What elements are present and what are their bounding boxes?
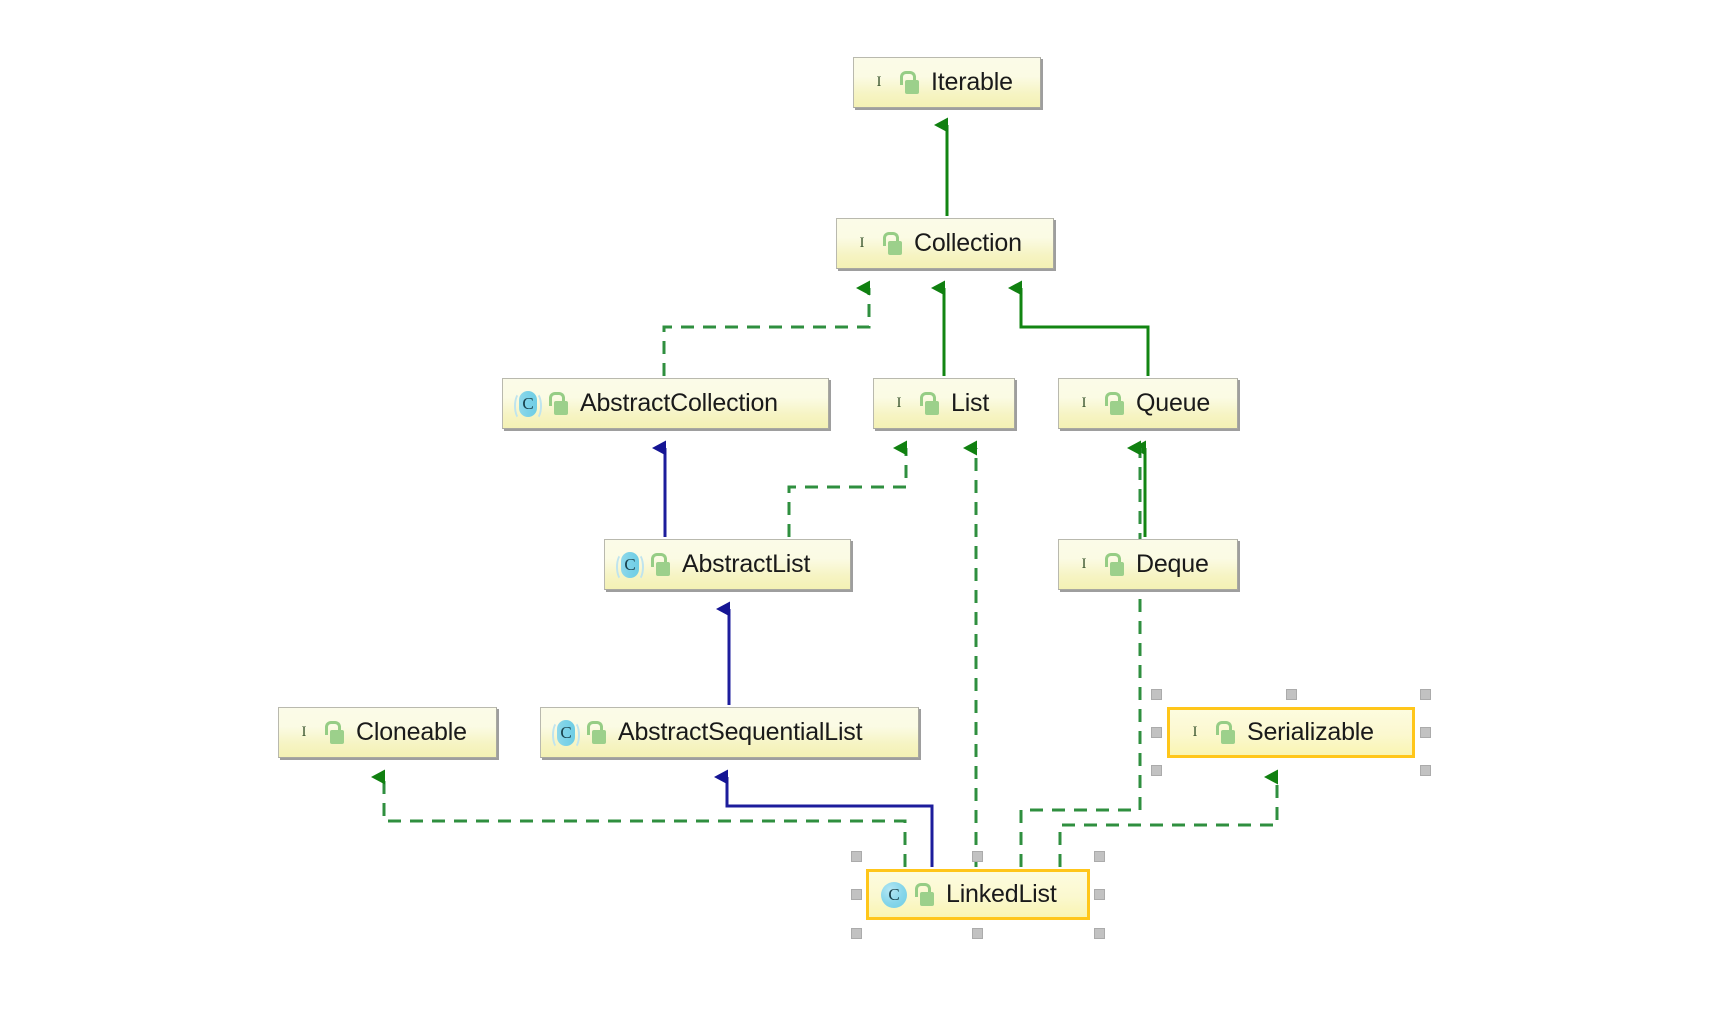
open-padlock-icon: [586, 720, 606, 745]
resize-handle-nw[interactable]: [1151, 689, 1162, 700]
node-deque[interactable]: Deque: [1058, 539, 1238, 590]
edge-abstractlist-to-list: [787, 440, 908, 537]
open-padlock-icon: [650, 552, 670, 577]
resize-handle-s[interactable]: [972, 928, 983, 939]
resize-handle-sw[interactable]: [1151, 765, 1162, 776]
resize-handle-ne[interactable]: [1094, 851, 1105, 862]
open-padlock-icon: [548, 391, 568, 416]
node-abstractcollection[interactable]: C AbstractCollection: [502, 378, 829, 429]
open-padlock-icon: [324, 720, 344, 745]
node-label: Serializable: [1247, 718, 1374, 746]
open-padlock-icon: [1104, 552, 1124, 577]
resize-handle-n[interactable]: [972, 851, 983, 862]
resize-handle-se[interactable]: [1420, 765, 1431, 776]
open-padlock-icon: [882, 231, 902, 256]
node-label: Collection: [914, 229, 1022, 257]
class-icon: C: [880, 881, 908, 909]
edge-layer: [371, 117, 1279, 867]
resize-handle-se[interactable]: [1094, 928, 1105, 939]
edge-abstractcollection-to-collection: [662, 280, 871, 376]
node-cloneable[interactable]: Cloneable: [278, 707, 497, 758]
node-label: Queue: [1136, 389, 1211, 417]
node-serializable[interactable]: Serializable: [1167, 707, 1415, 758]
node-list[interactable]: List: [873, 378, 1015, 429]
interface-icon: [1181, 719, 1209, 747]
uml-diagram-canvas[interactable]: Iterable Collection C AbstractCollection…: [0, 0, 1722, 1036]
open-padlock-icon: [899, 70, 919, 95]
interface-icon: [1070, 390, 1098, 418]
edge-linkedlist-to-serializable: [1058, 769, 1279, 867]
node-label: LinkedList: [946, 880, 1057, 908]
interface-icon: [848, 230, 876, 258]
interface-icon: [885, 390, 913, 418]
class-icon: C: [552, 719, 580, 749]
edge-queue-to-collection: [1008, 280, 1150, 376]
open-padlock-icon: [1104, 391, 1124, 416]
resize-handle-sw[interactable]: [851, 928, 862, 939]
resize-handle-nw[interactable]: [851, 851, 862, 862]
node-iterable[interactable]: Iterable: [853, 57, 1041, 108]
node-collection[interactable]: Collection: [836, 218, 1054, 269]
open-padlock-icon: [919, 391, 939, 416]
node-label: AbstractSequentialList: [618, 718, 863, 746]
node-label: AbstractCollection: [580, 389, 778, 417]
class-icon: C: [514, 390, 542, 420]
resize-handle-e[interactable]: [1420, 727, 1431, 738]
node-abstractlist[interactable]: C AbstractList: [604, 539, 851, 590]
open-padlock-icon: [1215, 720, 1235, 745]
node-label: Iterable: [931, 68, 1013, 96]
interface-icon: [290, 719, 318, 747]
resize-handle-ne[interactable]: [1420, 689, 1431, 700]
node-abstractsequentiallist[interactable]: C AbstractSequentialList: [540, 707, 919, 758]
node-label: Cloneable: [356, 718, 467, 746]
class-icon: C: [616, 551, 644, 581]
node-label: Deque: [1136, 550, 1209, 578]
node-label: AbstractList: [682, 550, 811, 578]
interface-icon: [865, 69, 893, 97]
resize-handle-n[interactable]: [1286, 689, 1297, 700]
edge-linkedlist-to-deque: [1019, 440, 1142, 867]
resize-handle-w[interactable]: [1151, 727, 1162, 738]
resize-handle-w[interactable]: [851, 889, 862, 900]
node-queue[interactable]: Queue: [1058, 378, 1238, 429]
interface-icon: [1070, 551, 1098, 579]
resize-handle-e[interactable]: [1094, 889, 1105, 900]
open-padlock-icon: [914, 882, 934, 907]
node-linkedlist[interactable]: C LinkedList: [866, 869, 1090, 920]
edge-linkedlist-to-cloneable: [371, 769, 907, 867]
edge-linkedlist-to-abstractsequentiallist: [714, 769, 934, 867]
node-label: List: [951, 389, 990, 417]
